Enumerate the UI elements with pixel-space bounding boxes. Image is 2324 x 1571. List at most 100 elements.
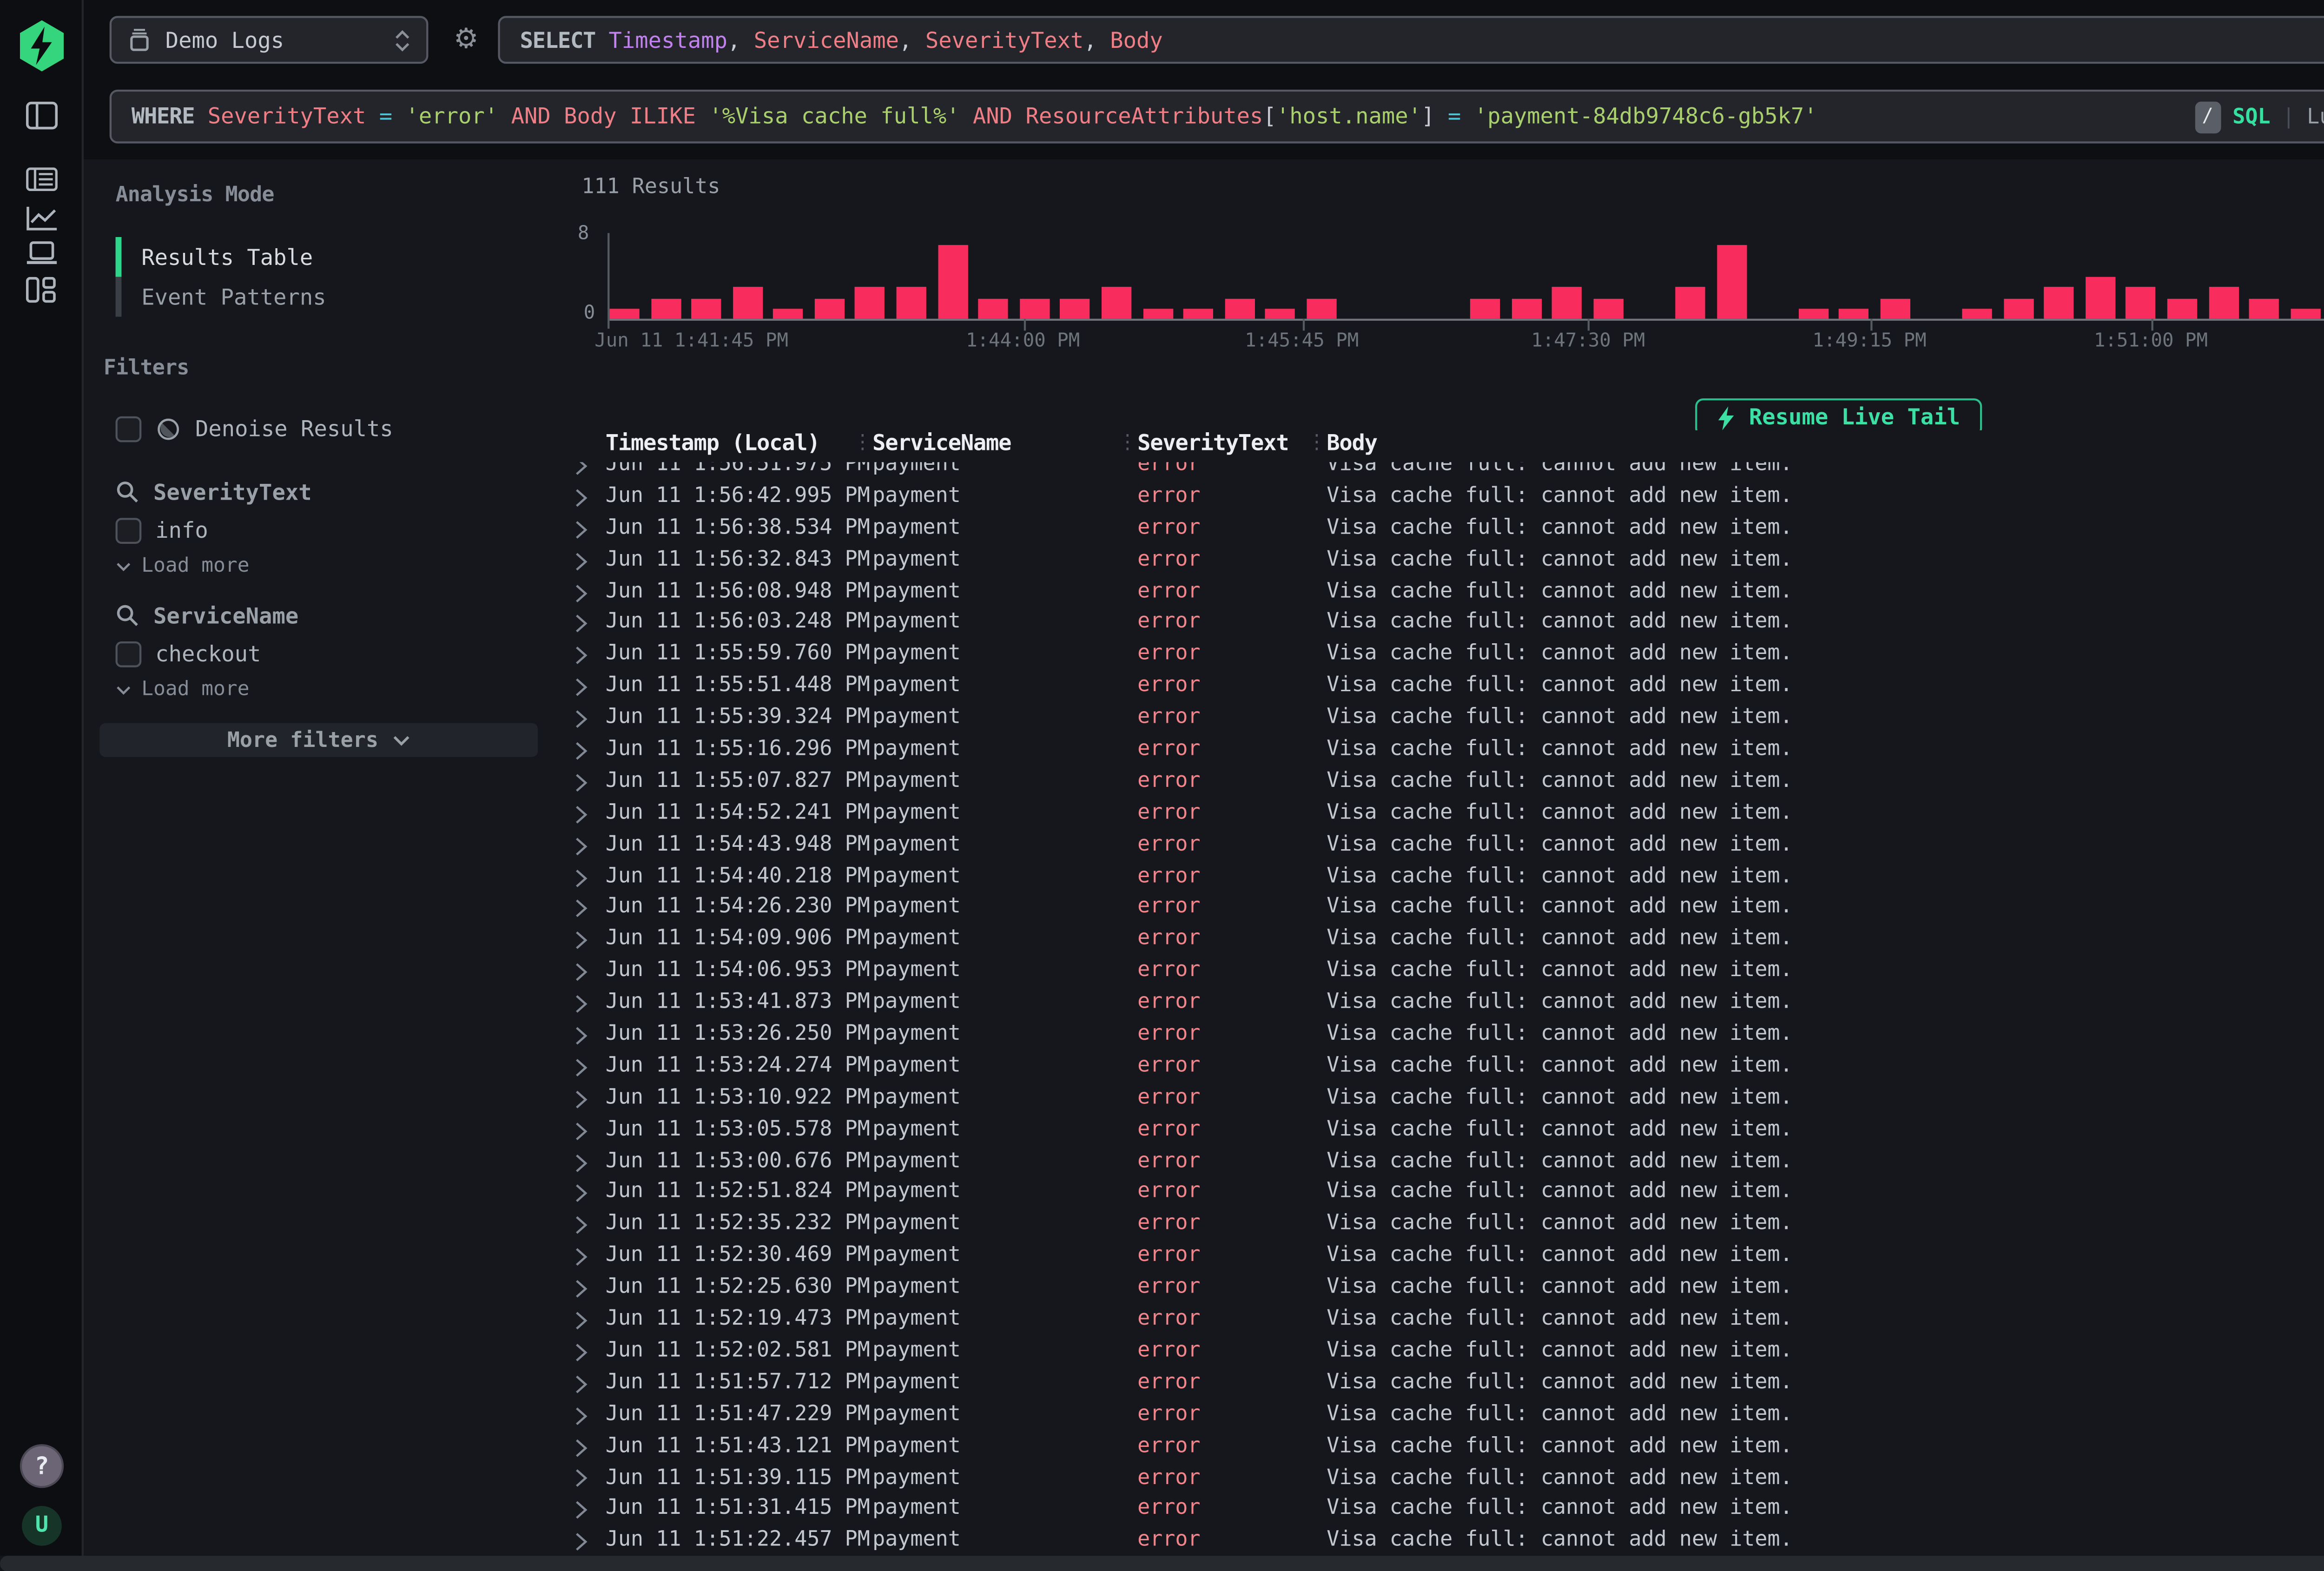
histogram-bar[interactable] — [773, 308, 803, 318]
row-expand-chevron-icon[interactable] — [574, 514, 606, 545]
log-row[interactable]: Jun 11 1:51:31.415 PMpaymenterrorVisa ca… — [574, 1495, 2324, 1526]
row-expand-chevron-icon[interactable] — [574, 988, 606, 1020]
row-expand-chevron-icon[interactable] — [574, 957, 606, 988]
row-expand-chevron-icon[interactable] — [574, 1495, 606, 1526]
histogram-bar[interactable] — [1019, 298, 1049, 319]
log-row[interactable]: Jun 11 1:54:40.218 PMpaymenterrorVisa ca… — [574, 862, 2324, 893]
histogram-bar[interactable] — [1265, 308, 1295, 318]
row-expand-chevron-icon[interactable] — [574, 1400, 606, 1432]
histogram-bar[interactable] — [938, 245, 967, 318]
row-expand-chevron-icon[interactable] — [574, 1020, 606, 1051]
row-expand-chevron-icon[interactable] — [574, 1463, 606, 1495]
filter-option-checkout[interactable]: checkout — [116, 637, 538, 669]
row-expand-chevron-icon[interactable] — [574, 893, 606, 925]
row-expand-chevron-icon[interactable] — [574, 1305, 606, 1336]
log-row[interactable]: Jun 11 1:51:22.457 PMpaymenterrorVisa ca… — [574, 1526, 2324, 1556]
histogram-bar[interactable] — [1717, 245, 1746, 318]
histogram-bar[interactable] — [651, 298, 680, 319]
log-row[interactable]: Jun 11 1:52:19.473 PMpaymenterrorVisa ca… — [574, 1305, 2324, 1336]
log-row[interactable]: Jun 11 1:56:38.534 PMpaymenterrorVisa ca… — [574, 514, 2324, 545]
row-expand-chevron-icon[interactable] — [574, 577, 606, 608]
histogram-bar[interactable] — [1675, 287, 1705, 318]
mode-results-table[interactable]: Results Table — [116, 237, 538, 277]
filter-checkbox[interactable] — [116, 640, 142, 667]
log-row[interactable]: Jun 11 1:51:47.229 PMpaymenterrorVisa ca… — [574, 1400, 2324, 1432]
histogram-bar[interactable] — [2290, 308, 2320, 318]
row-expand-chevron-icon[interactable] — [574, 830, 606, 862]
histogram-bar[interactable] — [1552, 287, 1582, 318]
row-expand-chevron-icon[interactable] — [574, 1115, 606, 1147]
log-row[interactable]: Jun 11 1:56:32.843 PMpaymenterrorVisa ca… — [574, 545, 2324, 577]
column-header-severitytext[interactable]: SeverityText — [1137, 430, 1327, 462]
row-expand-chevron-icon[interactable] — [574, 799, 606, 830]
log-row[interactable]: Jun 11 1:52:30.469 PMpaymenterrorVisa ca… — [574, 1241, 2324, 1273]
select-query-input[interactable]: SELECT Timestamp, ServiceName, SeverityT… — [498, 16, 2324, 64]
column-header-servicename[interactable]: ServiceName — [872, 430, 1137, 462]
horizontal-scrollbar-thumb[interactable] — [0, 1556, 2324, 1571]
histogram-bar[interactable] — [1512, 298, 1541, 319]
row-expand-chevron-icon[interactable] — [574, 482, 606, 514]
where-query-input[interactable]: WHERE SeverityText = 'error' AND Body IL… — [110, 90, 2324, 144]
help-button[interactable]: ? — [20, 1444, 64, 1488]
histogram-bar[interactable] — [2044, 287, 2074, 318]
log-row[interactable]: Jun 11 1:55:16.296 PMpaymenterrorVisa ca… — [574, 735, 2324, 766]
lang-lucene-option[interactable]: Lucene — [2307, 105, 2324, 128]
histogram-bar[interactable] — [609, 308, 639, 318]
log-row[interactable]: Jun 11 1:53:10.922 PMpaymenterrorVisa ca… — [574, 1083, 2324, 1115]
log-row[interactable]: Jun 11 1:52:02.581 PMpaymenterrorVisa ca… — [574, 1336, 2324, 1368]
sessions-laptop-icon[interactable] — [26, 237, 58, 269]
dashboards-icon[interactable] — [26, 273, 58, 305]
denoise-results-toggle[interactable]: Denoise Results — [116, 412, 538, 444]
log-row[interactable]: Jun 11 1:51:43.121 PMpaymenterrorVisa ca… — [574, 1432, 2324, 1463]
query-language-toggle[interactable]: / SQL | Lucene — [2195, 100, 2324, 132]
histogram-bar[interactable] — [1224, 298, 1254, 319]
log-row[interactable]: Jun 11 1:56:42.995 PMpaymenterrorVisa ca… — [574, 482, 2324, 514]
log-row[interactable]: Jun 11 1:53:00.676 PMpaymenterrorVisa ca… — [574, 1147, 2324, 1178]
log-row[interactable]: Jun 11 1:55:51.448 PMpaymenterrorVisa ca… — [574, 672, 2324, 703]
event-feed-icon[interactable] — [26, 163, 58, 195]
log-row[interactable]: Jun 11 1:54:26.230 PMpaymenterrorVisa ca… — [574, 893, 2324, 925]
row-expand-chevron-icon[interactable] — [574, 640, 606, 672]
histogram-bar[interactable] — [1470, 298, 1500, 319]
app-logo[interactable] — [20, 20, 64, 72]
denoise-checkbox[interactable] — [116, 416, 142, 442]
log-row[interactable]: Jun 11 1:55:39.324 PMpaymenterrorVisa ca… — [574, 703, 2324, 735]
row-expand-chevron-icon[interactable] — [574, 1210, 606, 1241]
row-expand-chevron-icon[interactable] — [574, 703, 606, 735]
more-filters-button[interactable]: More filters — [99, 723, 538, 757]
row-expand-chevron-icon[interactable] — [574, 1368, 606, 1400]
row-expand-chevron-icon[interactable] — [574, 1336, 606, 1368]
row-expand-chevron-icon[interactable] — [574, 925, 606, 957]
histogram-bar[interactable] — [897, 287, 926, 318]
histogram-bar[interactable] — [1183, 308, 1213, 318]
log-row[interactable]: Jun 11 1:54:52.241 PMpaymenterrorVisa ca… — [574, 799, 2324, 830]
column-header-body[interactable]: Body — [1327, 430, 2324, 462]
histogram-bar[interactable] — [1798, 308, 1828, 318]
log-row[interactable]: Jun 11 1:56:08.948 PMpaymenterrorVisa ca… — [574, 577, 2324, 608]
row-expand-chevron-icon[interactable] — [574, 767, 606, 799]
row-expand-chevron-icon[interactable] — [574, 1083, 606, 1115]
histogram-bar[interactable] — [692, 298, 721, 319]
histogram-bar[interactable] — [856, 287, 885, 318]
chart-explorer-icon[interactable] — [26, 201, 58, 233]
log-row[interactable]: Jun 11 1:53:05.578 PMpaymenterrorVisa ca… — [574, 1115, 2324, 1147]
log-row[interactable]: Jun 11 1:54:43.948 PMpaymenterrorVisa ca… — [574, 830, 2324, 862]
results-histogram[interactable] — [609, 233, 2324, 318]
log-row[interactable]: Jun 11 1:51:57.712 PMpaymenterrorVisa ca… — [574, 1368, 2324, 1400]
row-expand-chevron-icon[interactable] — [574, 1526, 606, 1556]
log-row[interactable]: Jun 11 1:51:39.115 PMpaymenterrorVisa ca… — [574, 1463, 2324, 1495]
histogram-bar[interactable] — [1839, 308, 1869, 318]
column-header-timestamp[interactable]: Timestamp (Local) — [606, 430, 872, 462]
histogram-bar[interactable] — [2126, 287, 2156, 318]
log-row[interactable]: Jun 11 1:55:59.760 PMpaymenterrorVisa ca… — [574, 640, 2324, 672]
log-row[interactable]: Jun 11 1:52:51.824 PMpaymenterrorVisa ca… — [574, 1178, 2324, 1210]
histogram-bar[interactable] — [1061, 298, 1090, 319]
settings-gear-icon[interactable]: ⚙ — [446, 20, 486, 60]
source-selector[interactable]: Demo Logs — [110, 16, 429, 64]
histogram-bar[interactable] — [2208, 287, 2238, 318]
row-expand-chevron-icon[interactable] — [574, 862, 606, 893]
row-expand-chevron-icon[interactable] — [574, 1273, 606, 1305]
log-row[interactable]: Jun 11 1:54:06.953 PMpaymenterrorVisa ca… — [574, 957, 2324, 988]
row-expand-chevron-icon[interactable] — [574, 1052, 606, 1083]
filter-option-info[interactable]: info — [116, 514, 538, 546]
